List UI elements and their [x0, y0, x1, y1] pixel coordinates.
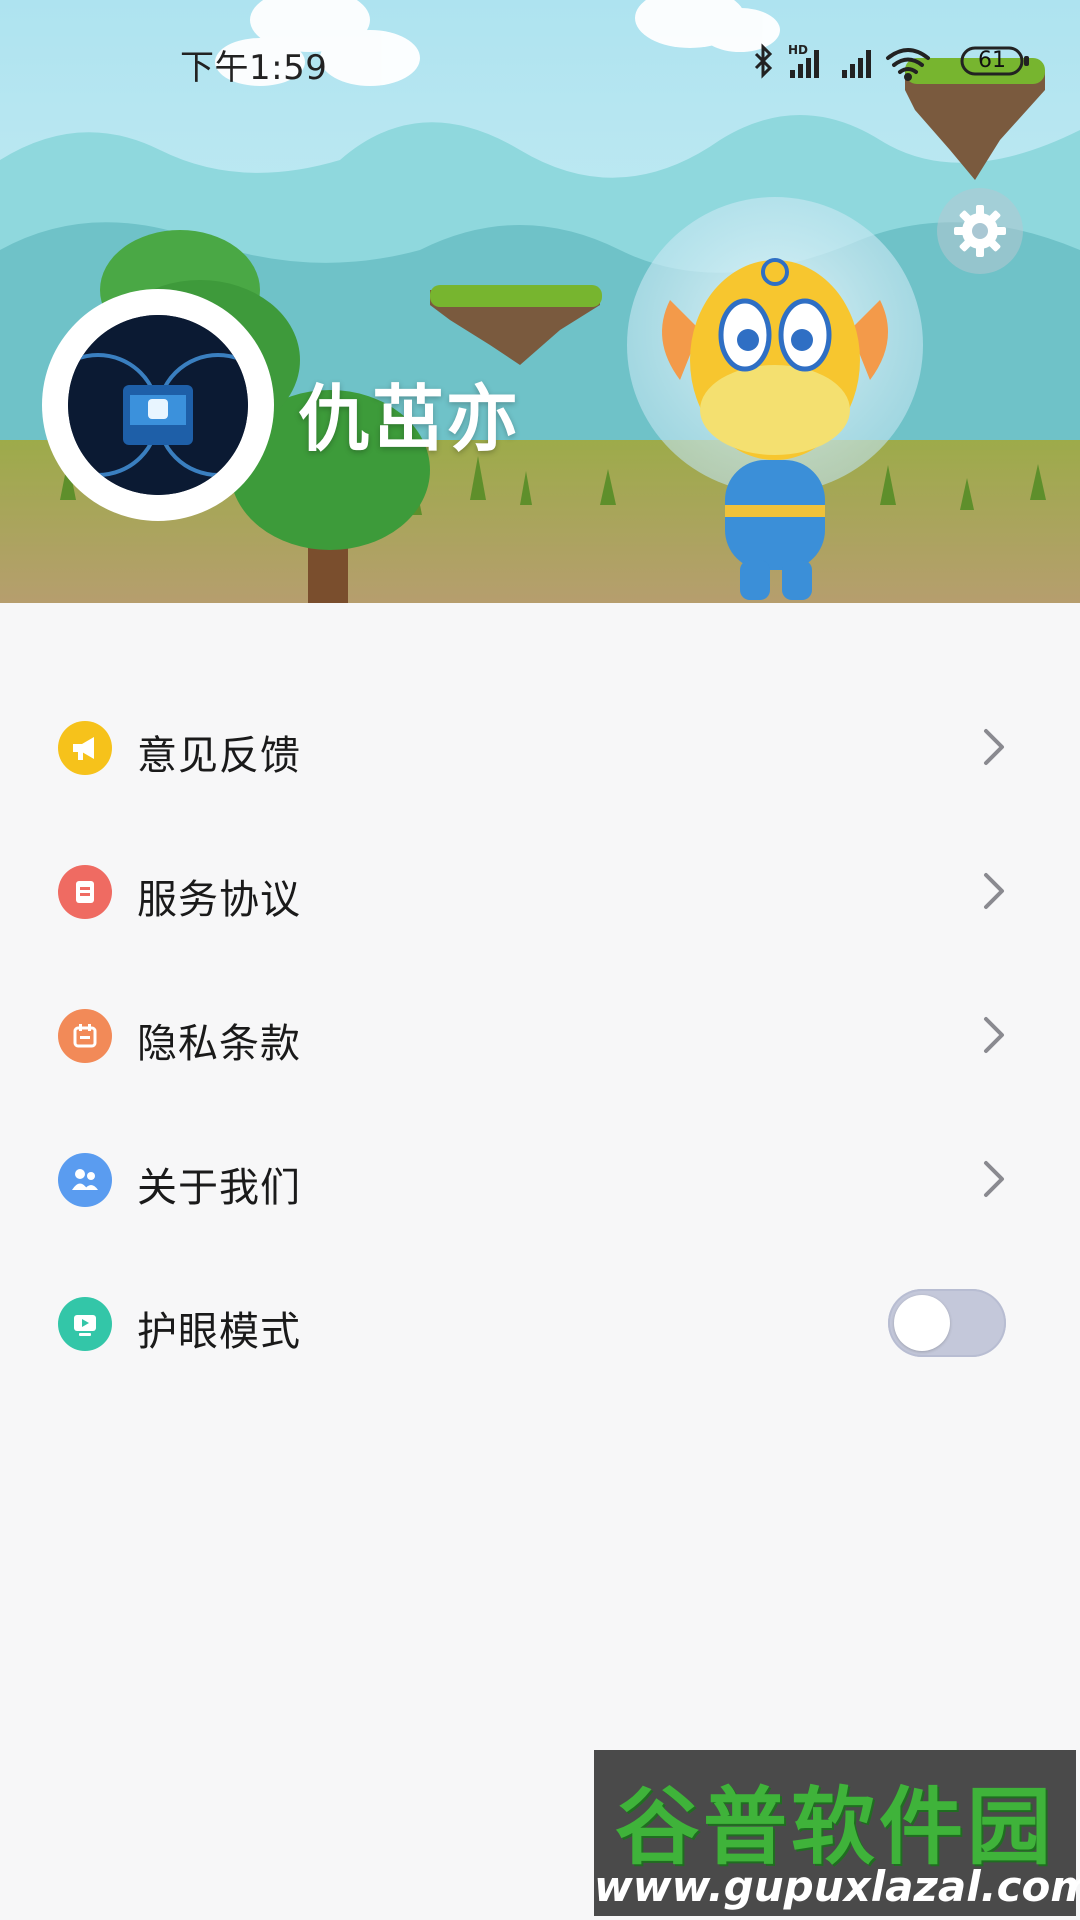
menu-item-feedback[interactable]: 意见反馈	[0, 675, 1080, 819]
document-icon	[58, 865, 112, 919]
toggle-knob	[894, 1295, 950, 1351]
username: 仇茁亦	[298, 377, 521, 461]
menu-item-label: 隐私条款	[137, 1021, 301, 1067]
svg-text:HD: HD	[788, 43, 808, 57]
status-bar-time: 下午1:59	[180, 48, 328, 88]
menu-item-label: 意见反馈	[137, 733, 301, 779]
menu-item-privacy[interactable]: 隐私条款	[0, 963, 1080, 1107]
bluetooth-icon	[754, 43, 773, 79]
menu-item-eye-protection: 护眼模式	[0, 1251, 1080, 1395]
menu-item-label: 关于我们	[137, 1165, 301, 1211]
people-icon	[58, 1153, 112, 1207]
avatar[interactable]	[42, 289, 274, 521]
screen-icon	[58, 1297, 112, 1351]
chevron-right-icon	[984, 1161, 1004, 1197]
calendar-icon	[58, 1009, 112, 1063]
menu-item-about-us[interactable]: 关于我们	[0, 1107, 1080, 1251]
wifi-icon	[886, 48, 930, 81]
settings-button[interactable]	[937, 188, 1023, 274]
hd-signal-icon: HD	[788, 43, 819, 78]
watermark: 谷普软件园 www.gupuxlazal.com	[594, 1750, 1080, 1916]
gear-icon	[954, 205, 1006, 257]
eye-protection-toggle[interactable]	[888, 1289, 1006, 1357]
chevron-right-icon	[984, 873, 1004, 909]
avatar-image	[68, 315, 248, 495]
battery-level: 61	[978, 48, 1006, 73]
menu-item-label: 服务协议	[137, 877, 301, 923]
profile-header: 下午1:59 HD 61 仇茁亦	[0, 0, 1080, 603]
menu-item-label: 护眼模式	[137, 1309, 301, 1355]
megaphone-icon	[58, 721, 112, 775]
signal-icon	[842, 50, 871, 78]
chevron-right-icon	[984, 1017, 1004, 1053]
chevron-right-icon	[984, 729, 1004, 765]
menu-item-service-agreement[interactable]: 服务协议	[0, 819, 1080, 963]
watermark-url: www.gupuxlazal.com	[594, 1862, 1080, 1911]
settings-menu: 意见反馈 服务协议 隐私条款 关于我们 护眼模式	[0, 675, 1080, 1395]
